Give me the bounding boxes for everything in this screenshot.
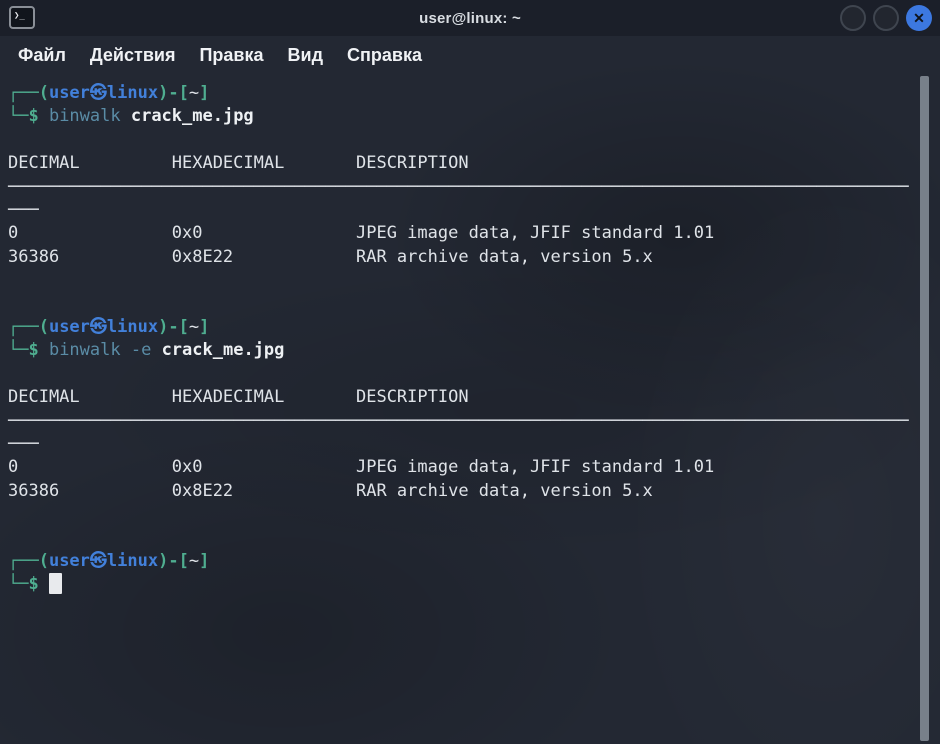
terminal-line (8, 363, 918, 386)
terminal-text: └─$ (8, 340, 49, 360)
maximize-button[interactable] (873, 5, 899, 31)
menubar: Файл Действия Правка Вид Справка (0, 36, 940, 74)
terminal-text: ┌──( (8, 317, 49, 337)
menu-item-help[interactable]: Справка (347, 45, 422, 66)
terminal-text: └─$ (8, 574, 49, 594)
terminal-text: crack_me.jpg (131, 106, 254, 126)
terminal-text: user (49, 83, 90, 103)
terminal-text: ~ (189, 551, 199, 571)
terminal-text: ] (199, 83, 209, 103)
window-controls: ✕ (840, 4, 932, 32)
terminal-text: linux (107, 317, 158, 337)
terminal-app-icon: ❯_ (9, 6, 35, 29)
terminal-line (8, 269, 918, 292)
terminal-line: 36386 0x8E22 RAR archive data, version 5… (8, 480, 918, 503)
terminal-line: ────────────────────────────────────────… (8, 410, 918, 433)
terminal-text: -e (131, 340, 162, 360)
terminal-text: ┌──( (8, 83, 49, 103)
terminal-line: ────────────────────────────────────────… (8, 176, 918, 199)
terminal-text: 0 0x0 JPEG image data, JFIF standard 1.0… (8, 223, 714, 243)
terminal-text: user (49, 317, 90, 337)
terminal-line: └─$ binwalk -e crack_me.jpg (8, 339, 918, 362)
terminal-line: ┌──(user㉿linux)-[~] (8, 82, 918, 105)
terminal-line (8, 503, 918, 526)
terminal-line: DECIMAL HEXADECIMAL DESCRIPTION (8, 152, 918, 175)
menu-item-file[interactable]: Файл (18, 45, 66, 66)
terminal-text: ~ (189, 83, 199, 103)
terminal-line: 0 0x0 JPEG image data, JFIF standard 1.0… (8, 456, 918, 479)
terminal-text: crack_me.jpg (162, 340, 285, 360)
terminal-line (8, 293, 918, 316)
terminal-text: ────────────────────────────────────────… (8, 177, 909, 197)
terminal-text: binwalk (49, 106, 131, 126)
terminal-text: DECIMAL HEXADECIMAL DESCRIPTION (8, 387, 469, 407)
titlebar: ❯_ user@linux: ~ ✕ (0, 0, 940, 36)
terminal-line: 0 0x0 JPEG image data, JFIF standard 1.0… (8, 222, 918, 245)
terminal-line: 36386 0x8E22 RAR archive data, version 5… (8, 246, 918, 269)
terminal-cursor (49, 573, 62, 594)
terminal-line: ┌──(user㉿linux)-[~] (8, 550, 918, 573)
terminal-text: )-[ (158, 83, 189, 103)
scrollbar-thumb[interactable] (920, 76, 929, 741)
terminal-line: ┌──(user㉿linux)-[~] (8, 316, 918, 339)
scrollbar-track (918, 75, 940, 744)
terminal-line: ─── (8, 433, 918, 456)
terminal-line (8, 129, 918, 152)
terminal-text: DECIMAL HEXADECIMAL DESCRIPTION (8, 153, 469, 173)
terminal-text: )-[ (158, 551, 189, 571)
terminal-text: ] (199, 317, 209, 337)
terminal-text: 36386 0x8E22 RAR archive data, version 5… (8, 247, 653, 267)
terminal-text: linux (107, 551, 158, 571)
terminal-text: user (49, 551, 90, 571)
terminal-line: └─$ (8, 573, 918, 596)
terminal-text: ~ (189, 317, 199, 337)
close-button[interactable]: ✕ (906, 5, 932, 31)
terminal-line: └─$ binwalk crack_me.jpg (8, 105, 918, 128)
terminal-text: ┌──( (8, 551, 49, 571)
terminal-text: linux (107, 83, 158, 103)
terminal-text: binwalk (49, 340, 131, 360)
menu-item-view[interactable]: Вид (288, 45, 324, 66)
minimize-button[interactable] (840, 5, 866, 31)
terminal-line: ─── (8, 199, 918, 222)
terminal-line: DECIMAL HEXADECIMAL DESCRIPTION (8, 386, 918, 409)
terminal-text: 0 0x0 JPEG image data, JFIF standard 1.0… (8, 457, 714, 477)
menu-item-actions[interactable]: Действия (90, 45, 176, 66)
terminal-text: ─── (8, 434, 39, 454)
terminal-text: ────────────────────────────────────────… (8, 411, 909, 431)
terminal-text: ㉿ (90, 83, 107, 103)
terminal-text: 36386 0x8E22 RAR archive data, version 5… (8, 481, 653, 501)
window-title: user@linux: ~ (0, 10, 940, 27)
terminal-line (8, 527, 918, 550)
terminal-text: └─$ (8, 106, 49, 126)
menu-item-edit[interactable]: Правка (199, 45, 263, 66)
terminal-text: ] (199, 551, 209, 571)
terminal-output[interactable]: ┌──(user㉿linux)-[~]└─$ binwalk crack_me.… (8, 82, 918, 744)
terminal-text: ─── (8, 200, 39, 220)
terminal-text: )-[ (158, 317, 189, 337)
terminal-text: ㉿ (90, 551, 107, 571)
terminal-text: ㉿ (90, 317, 107, 337)
